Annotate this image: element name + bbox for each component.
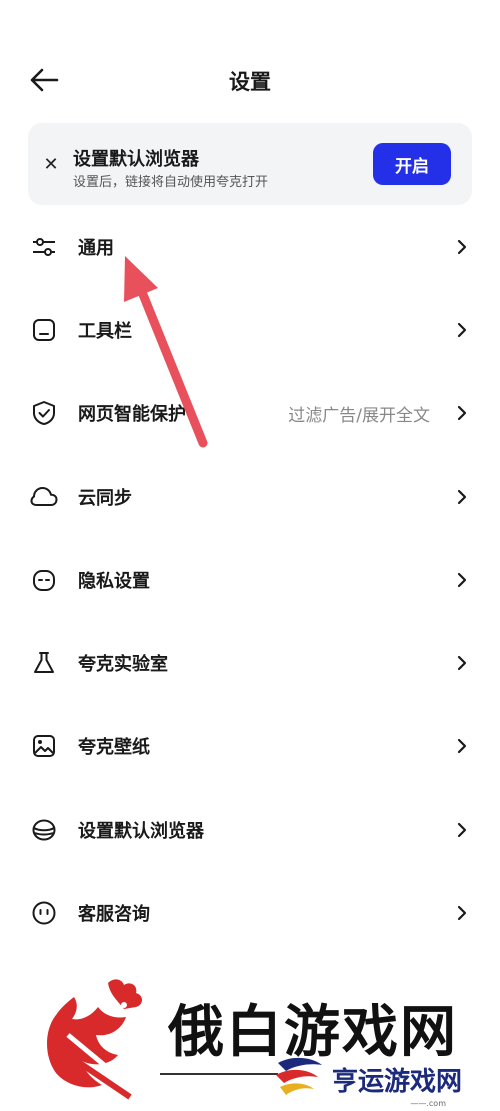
image-icon [30,732,58,760]
page-title: 设置 [229,70,271,94]
chevron-right-icon [456,654,468,672]
menu-item-customer-service[interactable]: 客服咨询 [0,871,500,954]
enable-button[interactable]: 开启 [373,143,451,185]
menu-item-label: 设置默认浏览器 [78,820,204,842]
back-button[interactable] [26,64,62,96]
browser-default-icon [30,816,58,844]
menu-item-default-browser[interactable]: 设置默认浏览器 [0,788,500,871]
arrow-left-icon [30,68,59,92]
menu-item-label: 隐私设置 [78,570,150,592]
menu-item-lab[interactable]: 夸克实验室 [0,621,500,704]
swirl-logo-icon [276,1057,322,1095]
menu-item-label: 云同步 [78,487,132,509]
cloud-icon [30,483,58,511]
menu-item-value: 过滤广告/展开全文 [288,405,430,426]
menu-item-general[interactable]: 通用 [0,205,500,288]
header: 设置 [0,50,500,110]
sliders-icon [30,233,58,261]
watermark-url: ——.com [410,1099,446,1108]
chevron-right-icon [456,821,468,839]
menu-item-cloud-sync[interactable]: 云同步 [0,455,500,538]
rooster-logo-icon [47,979,142,1100]
smile-service-icon [30,899,58,927]
menu-item-toolbar[interactable]: 工具栏 [0,288,500,371]
banner-subtitle: 设置后，链接将自动使用夸克打开 [73,175,269,190]
menu-item-label: 网页智能保护 [78,404,186,426]
settings-menu: 通用 工具栏 网页智能保护 过滤广告/展开全文 云同步 隐私设置 夸克实验室 夸… [0,205,500,955]
menu-item-label: 夸克壁纸 [78,737,150,759]
toolbar-icon [30,316,58,344]
menu-item-web-protection[interactable]: 网页智能保护 过滤广告/展开全文 [0,372,500,455]
watermark-divider [160,1073,278,1075]
default-browser-banner: ✕ 设置默认浏览器 设置后，链接将自动使用夸克打开 开启 [28,123,472,205]
privacy-mask-icon [30,566,58,594]
watermark-sub-text: 亨运游戏网 [332,1067,463,1097]
banner-title: 设置默认浏览器 [73,149,199,170]
chevron-right-icon [456,238,468,256]
menu-item-label: 通用 [78,237,114,259]
menu-item-label: 夸克实验室 [78,654,168,676]
chevron-right-icon [456,488,468,506]
watermark: 俄白游戏网 亨运游戏网 ——.com [0,975,500,1111]
menu-item-wallpaper[interactable]: 夸克壁纸 [0,705,500,788]
chevron-right-icon [456,321,468,339]
close-icon[interactable]: ✕ [38,151,64,177]
shield-check-icon [30,399,58,427]
chevron-right-icon [456,904,468,922]
chevron-right-icon [456,737,468,755]
chevron-right-icon [456,404,468,422]
menu-item-label: 工具栏 [78,320,132,342]
menu-item-privacy[interactable]: 隐私设置 [0,538,500,621]
chevron-right-icon [456,571,468,589]
flask-icon [30,649,58,677]
menu-item-label: 客服咨询 [78,904,150,926]
